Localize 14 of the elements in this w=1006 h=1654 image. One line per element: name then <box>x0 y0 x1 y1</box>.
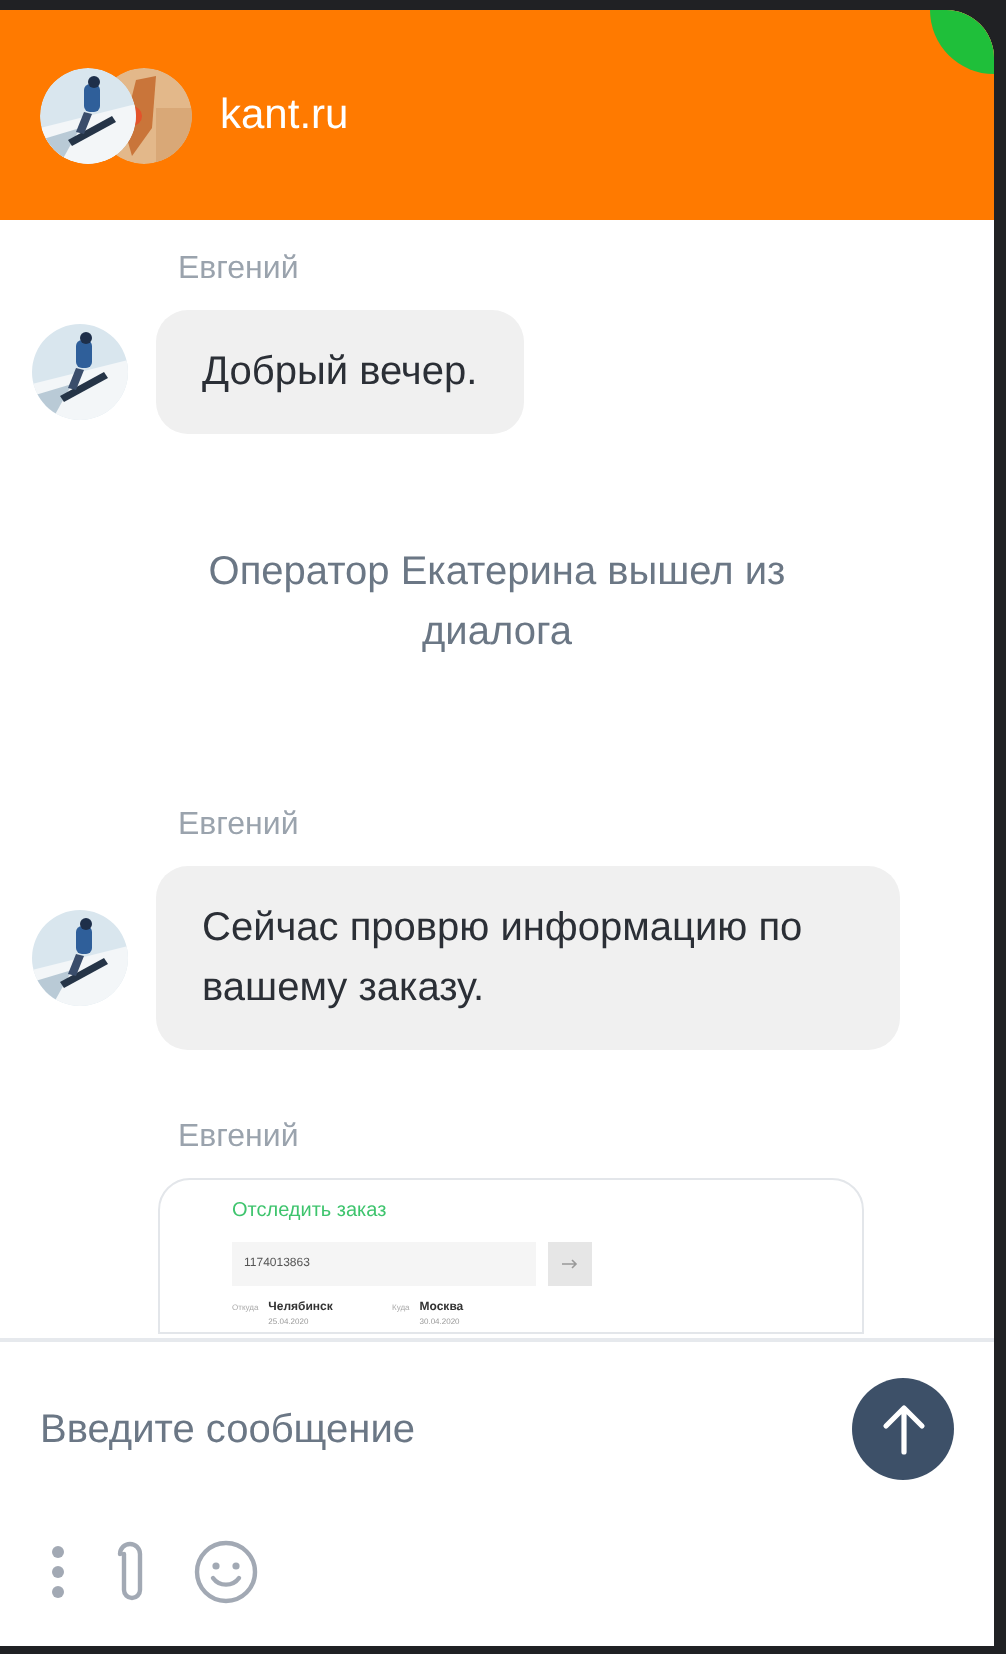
chat-title: kant.ru <box>220 89 349 142</box>
more-icon[interactable] <box>50 1544 66 1600</box>
arrow-up-icon <box>881 1403 925 1455</box>
send-button[interactable] <box>852 1378 954 1480</box>
system-message: Оператор Екатерина вышел из диалога <box>206 548 788 658</box>
author-name: Евгений <box>176 250 301 290</box>
arrow-right-icon <box>562 1258 578 1270</box>
author-name: Евгений <box>176 806 301 846</box>
message-bubble: Сейчас проврю информацию по вашему заказу. <box>156 866 900 1050</box>
smiley-icon[interactable] <box>194 1540 258 1604</box>
message-field[interactable]: Введите сообщение <box>40 1399 800 1459</box>
screenshot-title: Отследить заказ <box>232 1198 389 1226</box>
author-name: Евгений <box>176 1118 301 1158</box>
message-bubble: Добрый вечер. <box>156 310 524 434</box>
